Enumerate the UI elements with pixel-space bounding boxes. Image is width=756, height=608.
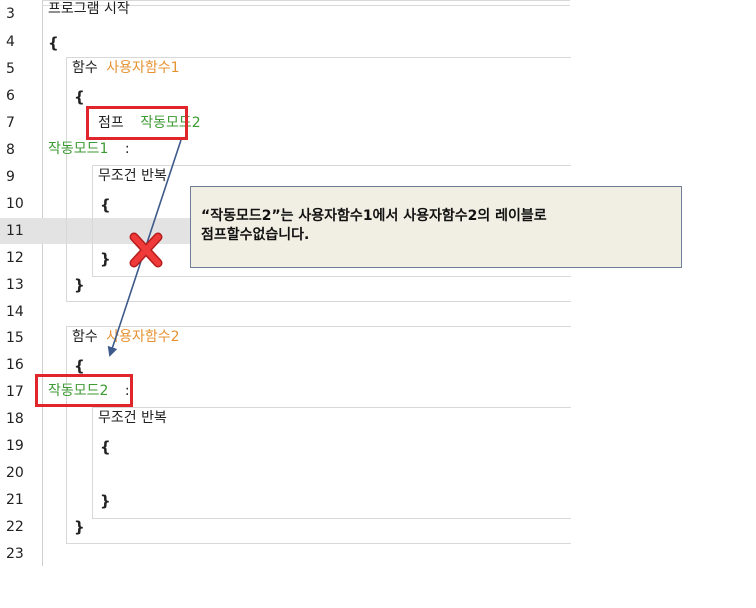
jump-arrow-overlay (107, 139, 182, 357)
cross-icon (129, 232, 163, 268)
